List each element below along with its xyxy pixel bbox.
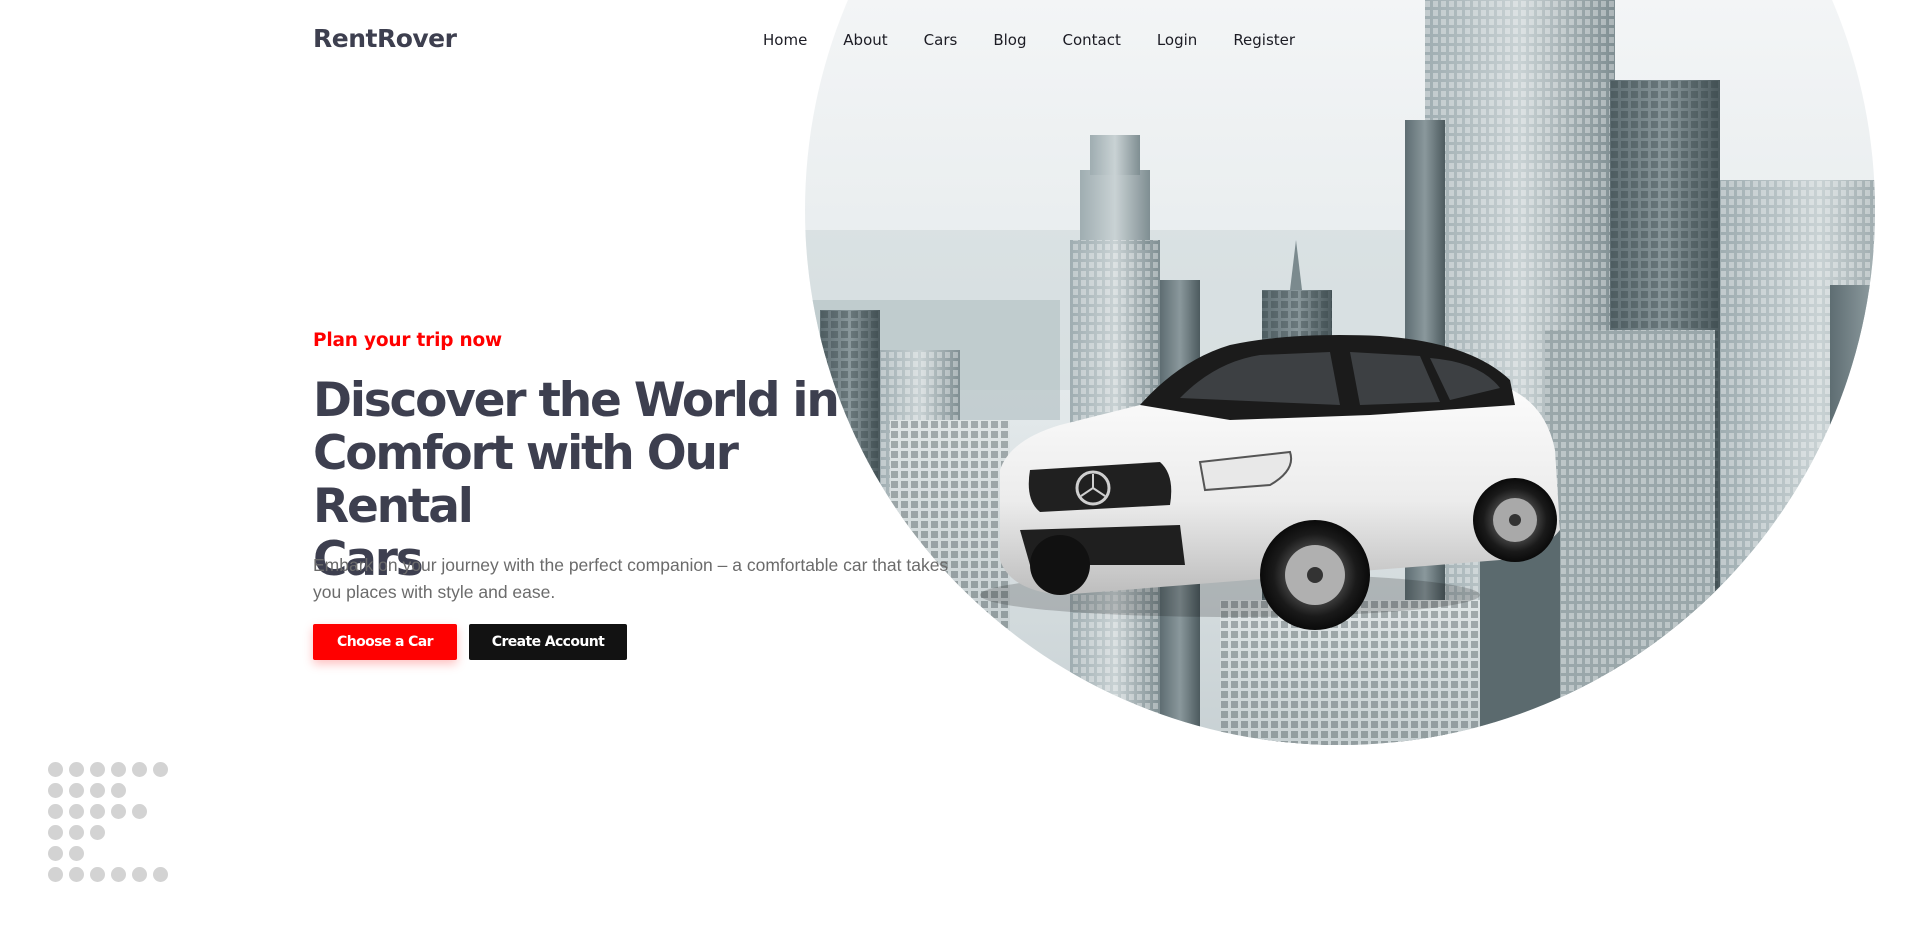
decorative-dot bbox=[48, 804, 63, 819]
nav-cars[interactable]: Cars bbox=[924, 31, 958, 49]
hero-tagline: Plan your trip now bbox=[313, 330, 502, 351]
dot-pattern-decoration bbox=[48, 762, 178, 882]
decorative-dot bbox=[69, 867, 84, 882]
decorative-dot bbox=[90, 804, 105, 819]
main-nav: Home About Cars Blog Contact Login Regis… bbox=[763, 31, 1331, 49]
page: RentRover Home About Cars Blog Contact L… bbox=[0, 0, 1905, 927]
decorative-dot bbox=[48, 867, 63, 882]
nav-blog[interactable]: Blog bbox=[993, 31, 1026, 49]
decorative-dot bbox=[132, 762, 147, 777]
decorative-dot bbox=[90, 783, 105, 798]
decorative-dot bbox=[111, 867, 126, 882]
decorative-dot bbox=[153, 867, 168, 882]
decorative-dot bbox=[90, 762, 105, 777]
nav-contact[interactable]: Contact bbox=[1062, 31, 1120, 49]
decorative-dot bbox=[48, 846, 63, 861]
decorative-dot bbox=[69, 783, 84, 798]
decorative-dot bbox=[48, 783, 63, 798]
decorative-dot bbox=[90, 867, 105, 882]
headline-line: Comfort with Our Rental bbox=[313, 426, 739, 534]
create-account-button[interactable]: Create Account bbox=[469, 624, 627, 660]
headline-line: Discover the World in bbox=[313, 373, 840, 428]
decorative-dot bbox=[111, 804, 126, 819]
choose-car-button[interactable]: Choose a Car bbox=[313, 624, 457, 660]
hero-image bbox=[805, 0, 1875, 745]
nav-about[interactable]: About bbox=[843, 31, 887, 49]
decorative-dot bbox=[90, 825, 105, 840]
brand-logo[interactable]: RentRover bbox=[313, 24, 457, 53]
decorative-dot bbox=[69, 825, 84, 840]
decorative-dot bbox=[48, 762, 63, 777]
nav-register[interactable]: Register bbox=[1233, 31, 1295, 49]
decorative-dot bbox=[132, 867, 147, 882]
decorative-dot bbox=[111, 762, 126, 777]
decorative-dot bbox=[69, 804, 84, 819]
decorative-dot bbox=[69, 846, 84, 861]
decorative-dot bbox=[153, 762, 168, 777]
decorative-dot bbox=[111, 783, 126, 798]
decorative-dot bbox=[69, 762, 84, 777]
decorative-dot bbox=[132, 804, 147, 819]
nav-login[interactable]: Login bbox=[1157, 31, 1197, 49]
nav-home[interactable]: Home bbox=[763, 31, 807, 49]
decorative-dot bbox=[48, 825, 63, 840]
hero-description: Embark on your journey with the perfect … bbox=[313, 555, 949, 602]
